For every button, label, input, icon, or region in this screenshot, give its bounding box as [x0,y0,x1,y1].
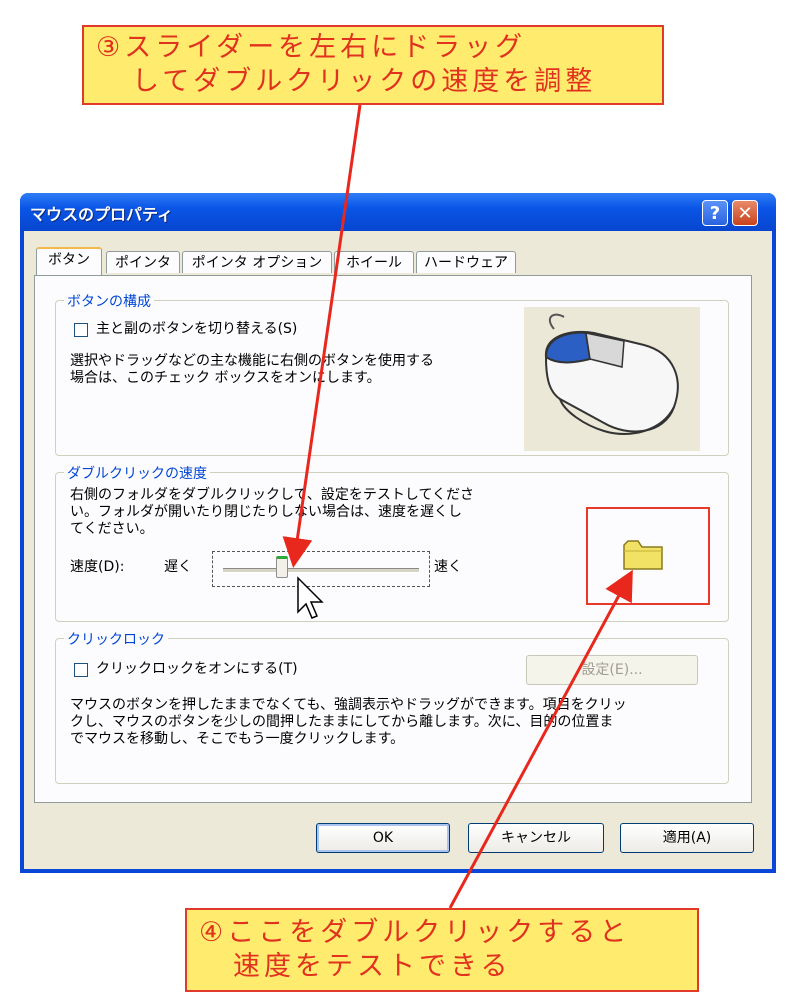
annotation-arrows [282,104,633,909]
annotation-callout-bottom: ④ここをダブルクリックすると 速度をテストできる [185,908,699,992]
tab-buttons[interactable]: ボタン [36,247,102,275]
mouse-cursor-icon [297,576,324,619]
arrow-to-slider [282,104,362,568]
annotation-bottom-line1: ④ここをダブルクリックすると [199,917,631,948]
arrow-to-folder [448,569,633,909]
annotation-bottom-line2: 速度をテストできる [233,951,512,982]
